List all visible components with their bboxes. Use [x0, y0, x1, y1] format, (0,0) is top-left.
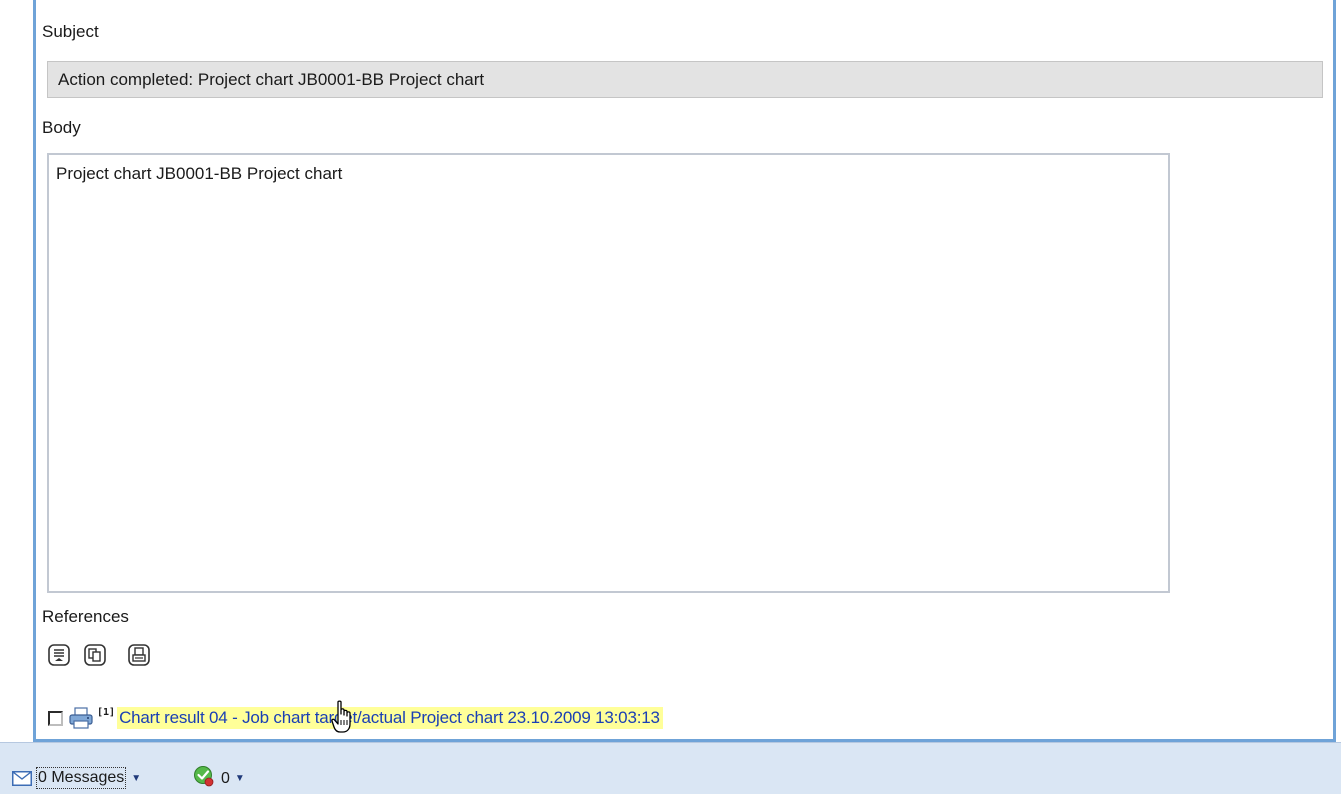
reference-link[interactable]: Chart result 04 - Job chart target/actua…	[117, 707, 663, 729]
messages-count-label[interactable]: 0 Messages	[36, 767, 127, 789]
chevron-down-icon[interactable]: ▼	[131, 773, 141, 784]
check-status-icon	[193, 765, 215, 792]
references-toolbar	[47, 640, 163, 670]
status-check-dropdown[interactable]: 0 ▼	[193, 765, 245, 792]
list-view-icon[interactable]	[47, 643, 71, 667]
envelope-icon	[12, 770, 32, 786]
references-label: References	[42, 607, 129, 626]
status-bar: 0 Messages ▼ 0 ▼	[0, 742, 1341, 794]
copy-icon[interactable]	[83, 643, 107, 667]
form-panel: Subject Action completed: Project chart …	[33, 0, 1336, 742]
chevron-down-icon[interactable]: ▼	[235, 773, 245, 784]
hand-cursor-icon	[331, 700, 351, 733]
reference-index: [1]	[97, 707, 116, 718]
print-preview-icon[interactable]	[127, 643, 151, 667]
check-count: 0	[221, 769, 230, 787]
body-label: Body	[42, 118, 81, 137]
reference-checkbox[interactable]	[48, 710, 63, 726]
subject-label: Subject	[42, 22, 99, 41]
reference-item: [1] Chart result 04 - Job chart target/a…	[48, 705, 663, 731]
subject-field[interactable]: Action completed: Project chart JB0001-B…	[47, 61, 1323, 98]
body-textarea[interactable]: Project chart JB0001-BB Project chart	[47, 153, 1170, 593]
printer-icon[interactable]	[69, 707, 93, 729]
messages-dropdown[interactable]: 0 Messages ▼	[12, 767, 141, 789]
